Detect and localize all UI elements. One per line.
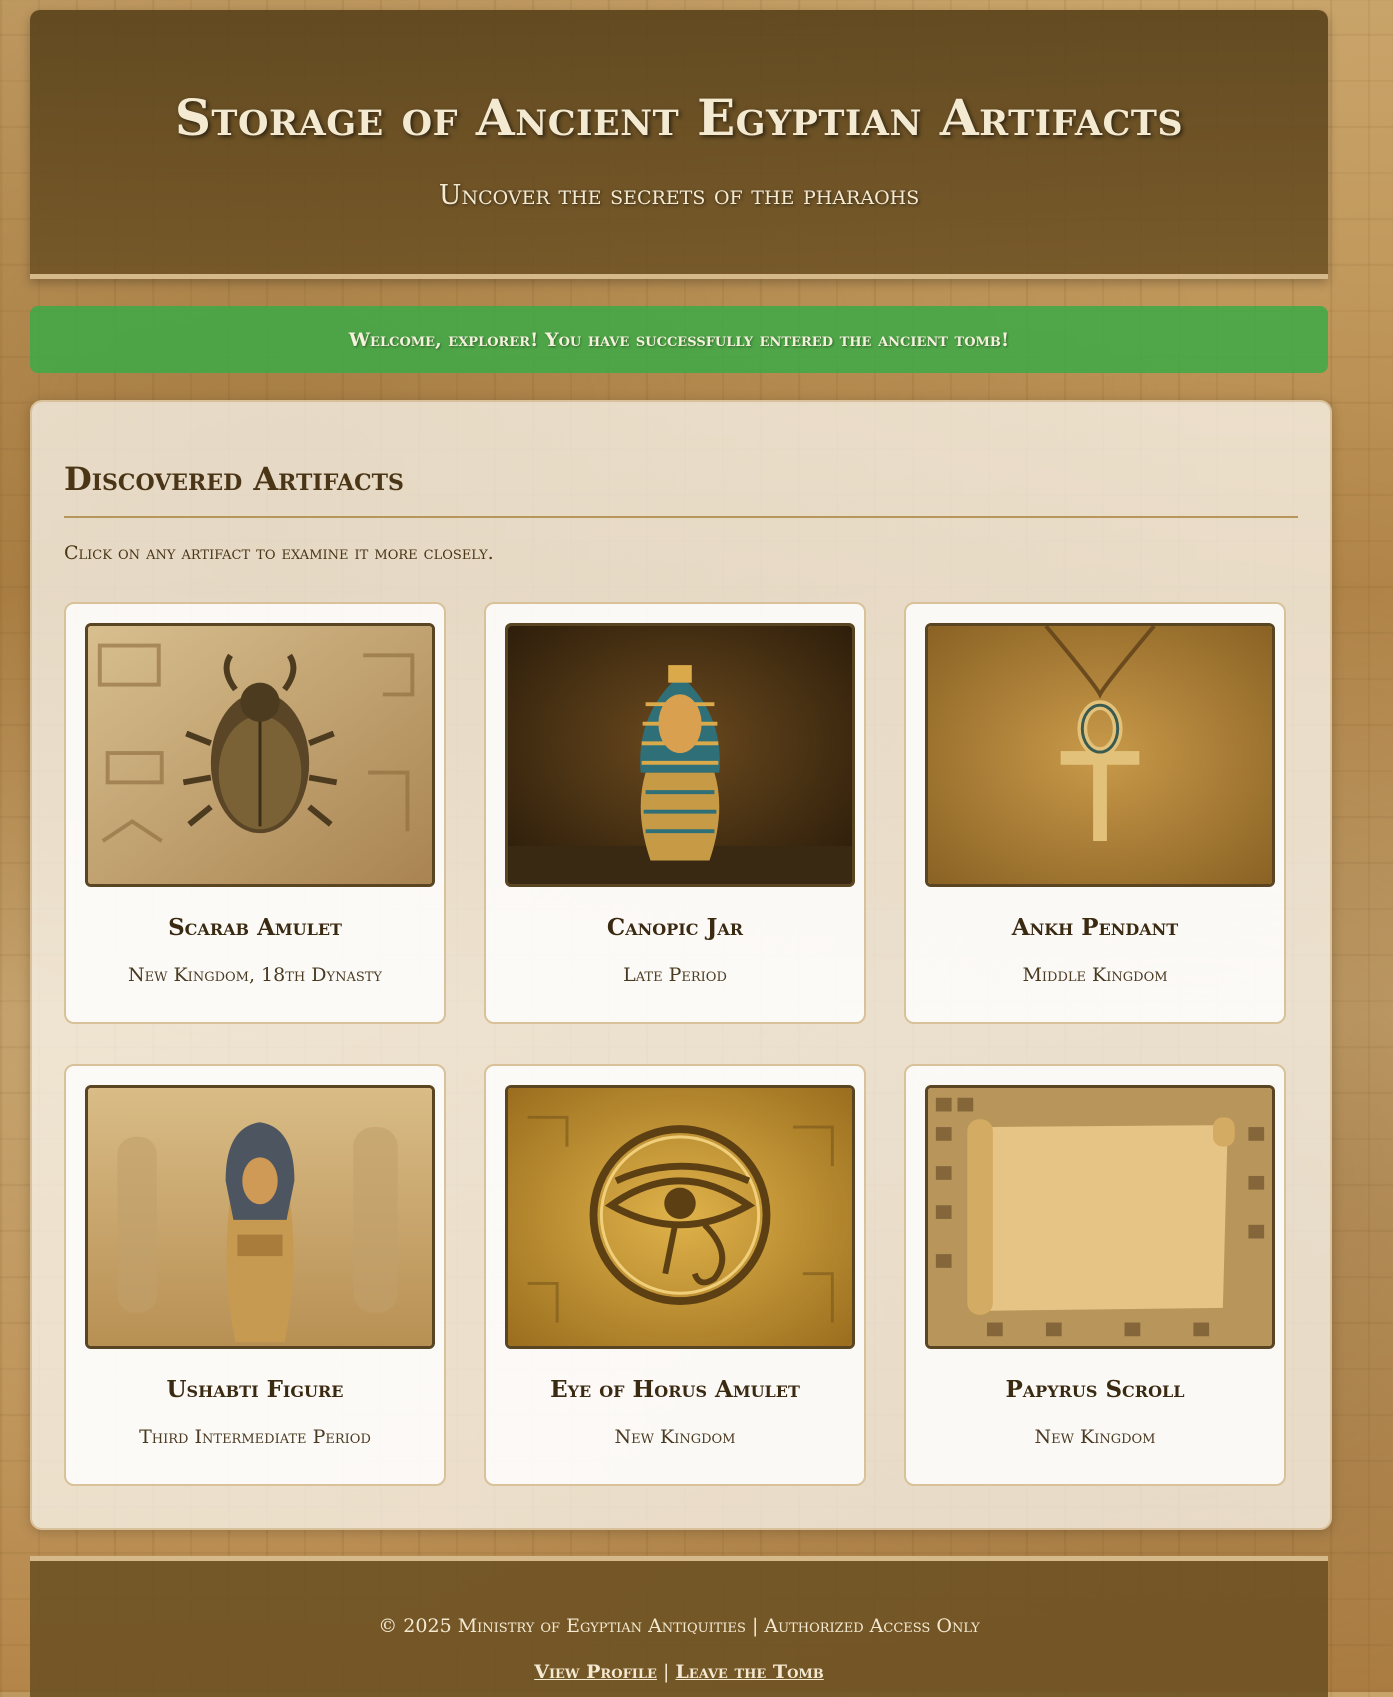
artifact-name: Papyrus Scroll	[1005, 1376, 1185, 1403]
view-profile-link[interactable]: View Profile	[534, 1661, 657, 1683]
instruction-text: Click on any artifact to examine it more…	[64, 542, 494, 564]
page-title: Storage of Ancient Egyptian Artifacts	[174, 88, 1184, 147]
artifact-card-scarab-amulet[interactable]: Scarab Amulet New Kingdom, 18th Dynasty	[64, 602, 446, 1024]
artifact-card-eye-of-horus-amulet[interactable]: Eye of Horus Amulet New Kingdom	[484, 1064, 866, 1486]
link-separator: |	[662, 1661, 670, 1683]
copyright-text: © 2025 Ministry of Egyptian Antiquities …	[378, 1615, 980, 1637]
footer-links: View Profile | Leave the Tomb	[30, 1661, 1328, 1683]
artifact-era: New Kingdom	[614, 1426, 736, 1448]
eye-of-horus-amulet-image[interactable]	[505, 1085, 855, 1349]
artifact-card-ushabti-figure[interactable]: Ushabti Figure Third Intermediate Period	[64, 1064, 446, 1486]
artifact-name: Scarab Amulet	[168, 914, 342, 941]
artifact-era: Late Period	[623, 964, 727, 986]
ankh-pendant-image[interactable]	[925, 623, 1275, 887]
page-header: Storage of Ancient Egyptian Artifacts Un…	[30, 10, 1328, 279]
artifact-name: Ankh Pendant	[1011, 914, 1179, 941]
artifact-name: Ushabti Figure	[166, 1376, 344, 1403]
artifact-era: Third Intermediate Period	[139, 1426, 371, 1448]
artifact-name: Eye of Horus Amulet	[550, 1376, 800, 1403]
heading-divider	[64, 516, 1298, 518]
artifact-name: Canopic Jar	[606, 914, 744, 941]
artifact-era: Middle Kingdom	[1022, 964, 1168, 986]
page-footer: © 2025 Ministry of Egyptian Antiquities …	[30, 1556, 1328, 1697]
section-heading: Discovered Artifacts	[64, 460, 404, 498]
welcome-alert: Welcome, explorer! You have successfully…	[30, 306, 1328, 373]
artifact-card-papyrus-scroll[interactable]: Papyrus Scroll New Kingdom	[904, 1064, 1286, 1486]
scarab-amulet-image[interactable]	[85, 623, 435, 887]
canopic-jar-image[interactable]	[505, 623, 855, 887]
artifacts-panel: Discovered Artifacts Click on any artifa…	[30, 400, 1332, 1530]
papyrus-scroll-image[interactable]	[925, 1085, 1275, 1349]
alert-message: Welcome, explorer! You have successfully…	[348, 328, 1010, 351]
artifact-era: New Kingdom	[1034, 1426, 1156, 1448]
artifact-era: New Kingdom, 18th Dynasty	[127, 964, 383, 986]
artifact-card-canopic-jar[interactable]: Canopic Jar Late Period	[484, 602, 866, 1024]
page-subtitle: Uncover the secrets of the pharaohs	[438, 180, 920, 211]
artifact-card-ankh-pendant[interactable]: Ankh Pendant Middle Kingdom	[904, 602, 1286, 1024]
ushabti-figure-image[interactable]	[85, 1085, 435, 1349]
leave-tomb-link[interactable]: Leave the Tomb	[675, 1661, 823, 1683]
